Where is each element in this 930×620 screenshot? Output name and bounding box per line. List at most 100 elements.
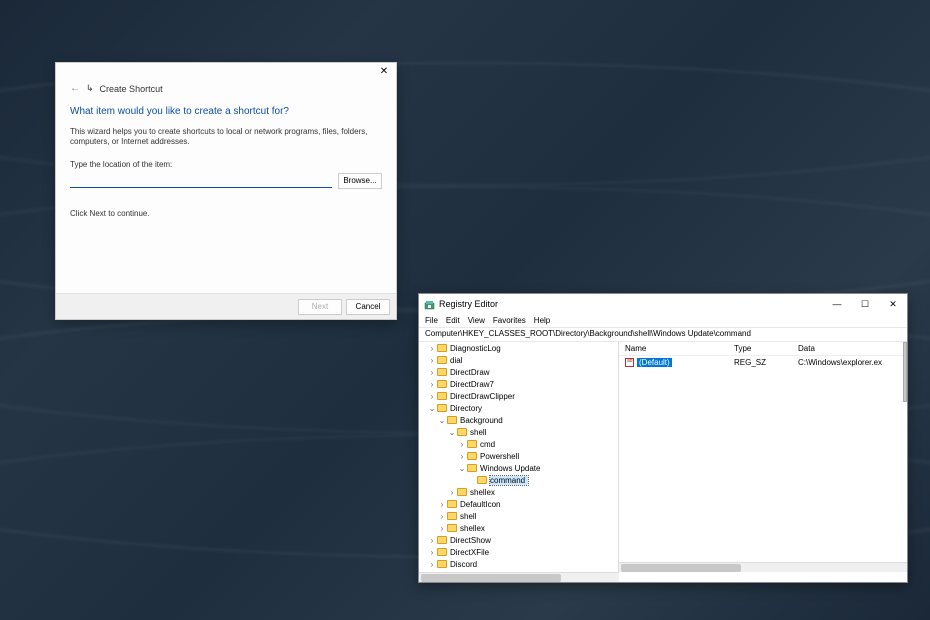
chevron-right-icon[interactable]: › xyxy=(427,344,437,353)
address-bar[interactable]: Computer\HKEY_CLASSES_ROOT\Directory\Bac… xyxy=(419,328,907,342)
scrollbar-thumb[interactable] xyxy=(421,574,561,582)
tree-label[interactable]: DiagnosticLog xyxy=(450,344,504,353)
tree-node[interactable]: › cmd xyxy=(419,438,618,450)
tree-label[interactable]: dial xyxy=(450,356,465,365)
wizard-crumb: ↳ xyxy=(86,83,94,94)
next-button[interactable]: Next xyxy=(298,299,342,315)
value-data: C:\Windows\explorer.ex xyxy=(798,358,907,367)
minimize-button[interactable]: — xyxy=(823,294,851,314)
chevron-right-icon[interactable]: › xyxy=(437,512,447,521)
browse-button[interactable]: Browse... xyxy=(338,173,382,189)
tree-node[interactable]: › DirectDraw xyxy=(419,366,618,378)
tree-node[interactable]: › DirectDraw7 xyxy=(419,378,618,390)
location-input[interactable] xyxy=(70,174,332,188)
column-data[interactable]: Data xyxy=(798,344,907,353)
location-label: Type the location of the item: xyxy=(56,160,396,173)
tree-node[interactable]: › DefaultIcon xyxy=(419,498,618,510)
tree-node[interactable]: ⌄ Windows Update xyxy=(419,462,618,474)
tree-node[interactable]: ⌄ Background xyxy=(419,414,618,426)
folder-icon xyxy=(447,512,457,520)
menubar: File Edit View Favorites Help xyxy=(419,314,907,328)
values-header: Name Type Data xyxy=(619,342,907,356)
tree-node[interactable]: › DirectDrawClipper xyxy=(419,390,618,402)
folder-icon xyxy=(437,548,447,556)
tree-label[interactable]: Powershell xyxy=(480,452,522,461)
chevron-right-icon[interactable]: › xyxy=(437,524,447,533)
tree-label[interactable]: cmd xyxy=(480,440,498,449)
menu-file[interactable]: File xyxy=(425,316,438,325)
tree-node[interactable]: › DirectXFile xyxy=(419,546,618,558)
chevron-down-icon[interactable]: ⌄ xyxy=(437,416,447,425)
tree-label[interactable]: Discord xyxy=(450,560,480,569)
tree-node[interactable]: › DirectShow xyxy=(419,534,618,546)
tree-node[interactable]: › Discord xyxy=(419,558,618,570)
chevron-right-icon[interactable]: › xyxy=(427,368,437,377)
folder-icon xyxy=(467,452,477,460)
tree-label[interactable]: shellex xyxy=(470,488,498,497)
back-icon[interactable]: ← xyxy=(70,83,80,94)
cancel-button[interactable]: Cancel xyxy=(346,299,390,315)
tree-node[interactable]: ⌄ Directory xyxy=(419,402,618,414)
tree-node[interactable]: › shellex xyxy=(419,522,618,534)
scrollbar-thumb[interactable] xyxy=(621,564,741,572)
chevron-right-icon[interactable]: › xyxy=(457,452,467,461)
continue-hint: Click Next to continue. xyxy=(56,201,396,218)
tree-label[interactable]: DirectXFile xyxy=(450,548,492,557)
values-h-scrollbar[interactable] xyxy=(619,562,907,572)
value-row[interactable]: (Default) REG_SZC:\Windows\explorer.ex xyxy=(619,356,907,368)
values-pane: Name Type Data (Default) REG_SZC:\Windows… xyxy=(619,342,907,572)
registry-editor-window: Registry Editor — ☐ ✕ File Edit View Fav… xyxy=(418,293,908,583)
menu-edit[interactable]: Edit xyxy=(446,316,460,325)
tree-label[interactable]: Windows Update xyxy=(480,464,543,473)
folder-icon xyxy=(437,368,447,376)
tree-label[interactable]: command xyxy=(490,476,528,485)
folder-icon xyxy=(437,392,447,400)
tree-pane[interactable]: › DiagnosticLog › dial › DirectDraw › DirectDra… xyxy=(419,342,619,572)
wizard-header-title: Create Shortcut xyxy=(100,84,163,94)
column-type[interactable]: Type xyxy=(734,344,798,353)
tree-label[interactable]: shellex xyxy=(460,524,488,533)
tree-node[interactable]: command xyxy=(419,474,618,486)
tree-node[interactable]: › dial xyxy=(419,354,618,366)
chevron-down-icon[interactable]: ⌄ xyxy=(427,404,437,413)
tree-label[interactable]: DirectShow xyxy=(450,536,494,545)
menu-favorites[interactable]: Favorites xyxy=(493,316,526,325)
close-button[interactable]: ✕ xyxy=(879,294,907,314)
value-name[interactable]: (Default) xyxy=(637,358,672,367)
value-type: REG_SZ xyxy=(734,358,798,367)
tree-node[interactable]: › Powershell xyxy=(419,450,618,462)
tree-label[interactable]: Directory xyxy=(450,404,485,413)
close-button[interactable]: ✕ xyxy=(372,63,396,81)
chevron-right-icon[interactable]: › xyxy=(427,356,437,365)
tree-label[interactable]: DefaultIcon xyxy=(460,500,503,509)
window-title: Registry Editor xyxy=(439,299,823,309)
chevron-down-icon[interactable]: ⌄ xyxy=(447,428,457,437)
tree-label[interactable]: DirectDrawClipper xyxy=(450,392,518,401)
chevron-right-icon[interactable]: › xyxy=(427,548,437,557)
chevron-right-icon[interactable]: › xyxy=(447,488,457,497)
tree-node[interactable]: › shellex xyxy=(419,486,618,498)
tree-node[interactable]: › shell xyxy=(419,510,618,522)
maximize-button[interactable]: ☐ xyxy=(851,294,879,314)
tree-h-scrollbar[interactable] xyxy=(419,572,619,582)
column-name[interactable]: Name xyxy=(619,344,734,353)
tree-label[interactable]: shell xyxy=(460,512,479,521)
chevron-right-icon[interactable]: › xyxy=(457,440,467,449)
tree-label[interactable]: DirectDraw xyxy=(450,368,493,377)
chevron-right-icon[interactable]: › xyxy=(427,560,437,569)
chevron-right-icon[interactable]: › xyxy=(427,380,437,389)
chevron-right-icon[interactable]: › xyxy=(437,500,447,509)
menu-view[interactable]: View xyxy=(468,316,485,325)
chevron-right-icon[interactable]: › xyxy=(427,392,437,401)
resize-handle[interactable] xyxy=(903,342,907,402)
tree-label[interactable]: DirectDraw7 xyxy=(450,380,497,389)
tree-label[interactable]: shell xyxy=(470,428,489,437)
tree-node[interactable]: › DiagnosticLog xyxy=(419,342,618,354)
folder-icon xyxy=(437,356,447,364)
chevron-right-icon[interactable]: › xyxy=(427,536,437,545)
menu-help[interactable]: Help xyxy=(534,316,550,325)
tree-node[interactable]: ⌄ shell xyxy=(419,426,618,438)
tree-label[interactable]: Background xyxy=(460,416,506,425)
chevron-down-icon[interactable]: ⌄ xyxy=(457,464,467,473)
folder-icon xyxy=(437,380,447,388)
